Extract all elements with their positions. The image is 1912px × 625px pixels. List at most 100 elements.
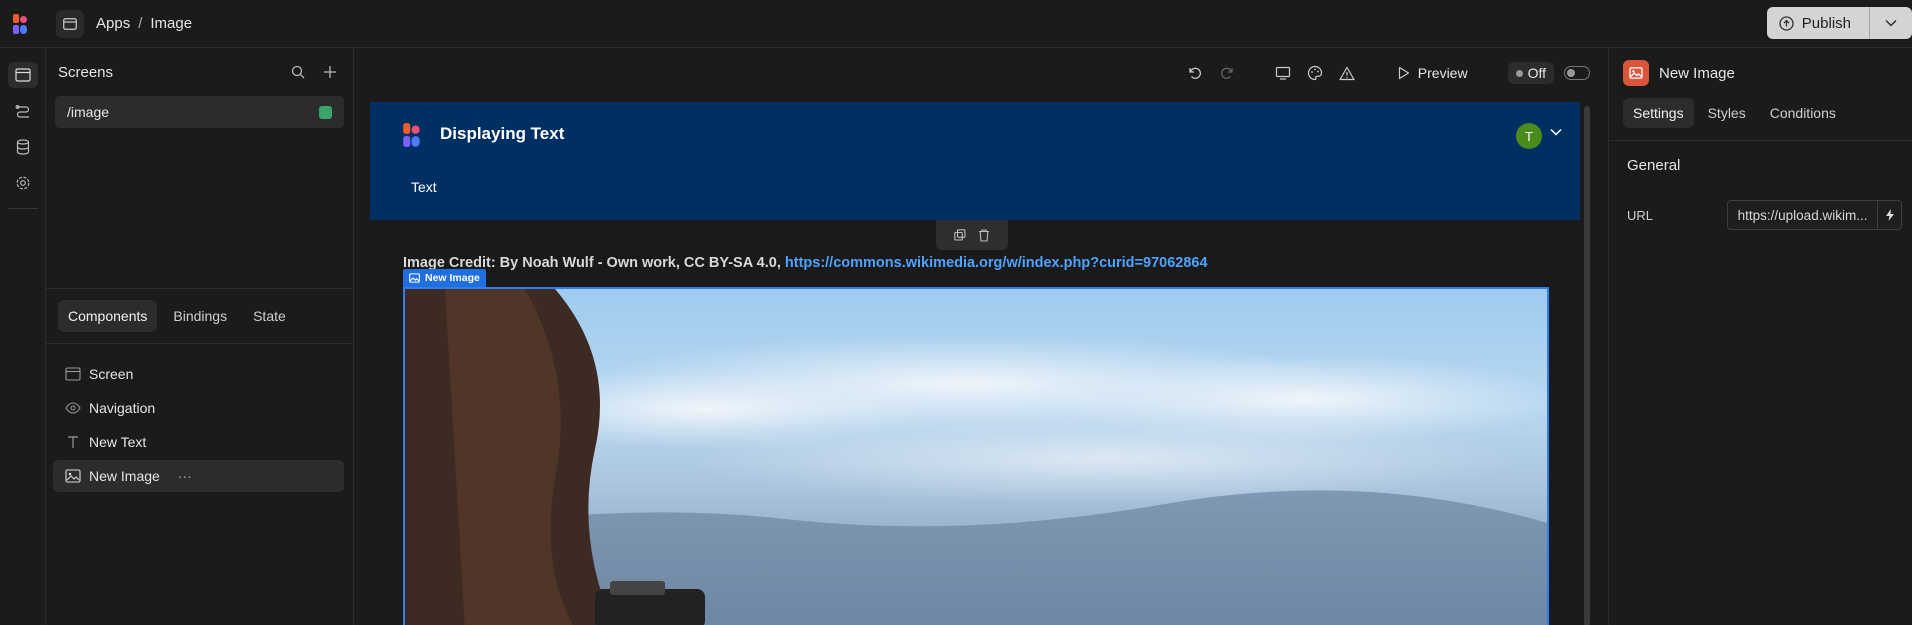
tree-item-label: Screen [89, 366, 134, 382]
component-header: New Image [1609, 48, 1912, 98]
component-tabs: Components Bindings State [58, 300, 296, 332]
undo-icon [1189, 67, 1201, 79]
selected-component-tag: New Image [403, 269, 486, 287]
tab-bindings[interactable]: Bindings [163, 300, 237, 332]
preview-label: Preview [1417, 65, 1468, 81]
binding-button[interactable] [1877, 201, 1901, 229]
tab-state[interactable]: State [243, 300, 296, 332]
app-title: Displaying Text [440, 124, 565, 143]
tab-settings[interactable]: Settings [1623, 98, 1694, 128]
breadcrumb: Apps / Image [96, 15, 192, 32]
palette-icon [1307, 65, 1322, 81]
monitor-icon [1275, 66, 1290, 80]
screen-icon [65, 367, 81, 381]
url-label: URL [1627, 207, 1654, 223]
tab-styles[interactable]: Styles [1698, 98, 1756, 128]
url-setting-row: URL [1609, 174, 1912, 230]
status-toggle[interactable]: Off [1507, 62, 1554, 84]
upload-icon [1779, 15, 1794, 31]
tree-item-label: New Text [89, 434, 147, 450]
breadcrumb-apps[interactable]: Apps [96, 15, 130, 32]
image-icon [409, 273, 420, 283]
app-logo [403, 123, 420, 147]
lightning-icon [1885, 209, 1894, 221]
preview-button[interactable]: Preview [1392, 65, 1474, 81]
automation-icon [15, 105, 29, 118]
publish-label: Publish [1801, 14, 1851, 32]
rail-settings-button[interactable] [8, 170, 38, 196]
photo-image [405, 289, 1547, 625]
search-screens-button[interactable] [287, 61, 309, 83]
screens-title: Screens [58, 63, 114, 81]
component-title: New Image [1659, 64, 1735, 82]
chevron-down-icon[interactable] [1550, 128, 1562, 136]
warnings-button[interactable] [1336, 62, 1358, 84]
panel-toggle-button[interactable] [56, 9, 84, 38]
chevron-down-icon [1885, 19, 1897, 27]
duplicate-icon[interactable] [954, 229, 966, 241]
scrollbar-thumb[interactable] [1584, 106, 1590, 625]
avatar[interactable]: T [1516, 123, 1542, 149]
panel-divider [46, 288, 353, 289]
tree-item-label: New Image [89, 468, 160, 484]
breadcrumb-separator: / [138, 15, 143, 32]
breadcrumb-current: Image [150, 15, 193, 32]
publish-button[interactable]: Publish [1766, 7, 1870, 39]
publish-dropdown-button[interactable] [1870, 7, 1912, 39]
eye-icon [65, 402, 81, 414]
database-icon [16, 139, 29, 155]
settings-tabs: Settings Styles Conditions [1609, 98, 1912, 128]
tree-item-navigation[interactable]: Navigation [53, 392, 344, 424]
add-screen-button[interactable] [319, 61, 341, 83]
warning-icon [1339, 66, 1355, 80]
redo-icon [1220, 67, 1233, 79]
tree-item-label: Navigation [89, 400, 156, 416]
tree-item-new-image[interactable]: New Image ··· [53, 460, 344, 492]
sidebar-icon [63, 17, 77, 30]
tab-components[interactable]: Components [58, 300, 158, 332]
publish-group: Publish [1766, 7, 1912, 39]
canvas-area: Preview Off Displaying Text T Text Image… [354, 48, 1608, 625]
rail-data-button[interactable] [8, 134, 38, 160]
nav-link-text[interactable]: Text [411, 179, 437, 195]
tree-item-new-text[interactable]: New Text [53, 426, 344, 458]
image-component-icon [1623, 60, 1649, 86]
screen-status-badge [319, 105, 332, 119]
status-label: Off [1527, 65, 1546, 81]
tree-item-screen[interactable]: Screen [53, 358, 344, 390]
selected-component-label: New Image [425, 272, 480, 284]
section-title-general: General [1627, 157, 1681, 174]
status-dot [1515, 69, 1523, 77]
budibase-logo[interactable] [0, 0, 46, 48]
canvas-toolbar: Preview Off [1184, 58, 1590, 88]
left-panel: Screens /image Components Bindings State… [46, 48, 354, 625]
gear-icon [16, 176, 29, 190]
preview-scrollbar[interactable] [1580, 102, 1594, 625]
image-credit-text: Image Credit: By Noah Wulf - Own work, C… [403, 255, 1208, 271]
rail-automations-button[interactable] [8, 98, 38, 124]
tab-conditions[interactable]: Conditions [1760, 98, 1846, 128]
url-input[interactable] [1727, 207, 1877, 223]
theme-button[interactable] [1304, 62, 1326, 84]
nav-rail [0, 48, 46, 625]
app-navigation-bar[interactable]: Displaying Text T Text [370, 102, 1580, 220]
screen-route: /image [67, 104, 110, 120]
redo-button[interactable] [1216, 62, 1238, 84]
toggle-switch[interactable] [1564, 66, 1590, 80]
screens-header: Screens [46, 48, 353, 96]
component-floating-toolbar [936, 220, 1008, 250]
text-icon [68, 436, 78, 448]
rail-screens-button[interactable] [7, 62, 38, 88]
right-panel: New Image Settings Styles Conditions Gen… [1608, 48, 1912, 625]
screens-icon [14, 68, 31, 82]
screen-item-image[interactable]: /image [55, 96, 344, 128]
component-tree: Screen Navigation New Text New Image ··· [53, 358, 344, 494]
image-component[interactable] [403, 287, 1549, 625]
device-preview-button[interactable] [1272, 62, 1294, 84]
delete-icon[interactable] [978, 228, 990, 242]
rail-divider [7, 208, 38, 209]
top-bar: Apps / Image Publish [0, 0, 1912, 48]
undo-button[interactable] [1184, 62, 1206, 84]
credit-link[interactable]: https://commons.wikimedia.org/w/index.ph… [785, 255, 1208, 271]
more-options-icon[interactable]: ··· [178, 468, 192, 484]
